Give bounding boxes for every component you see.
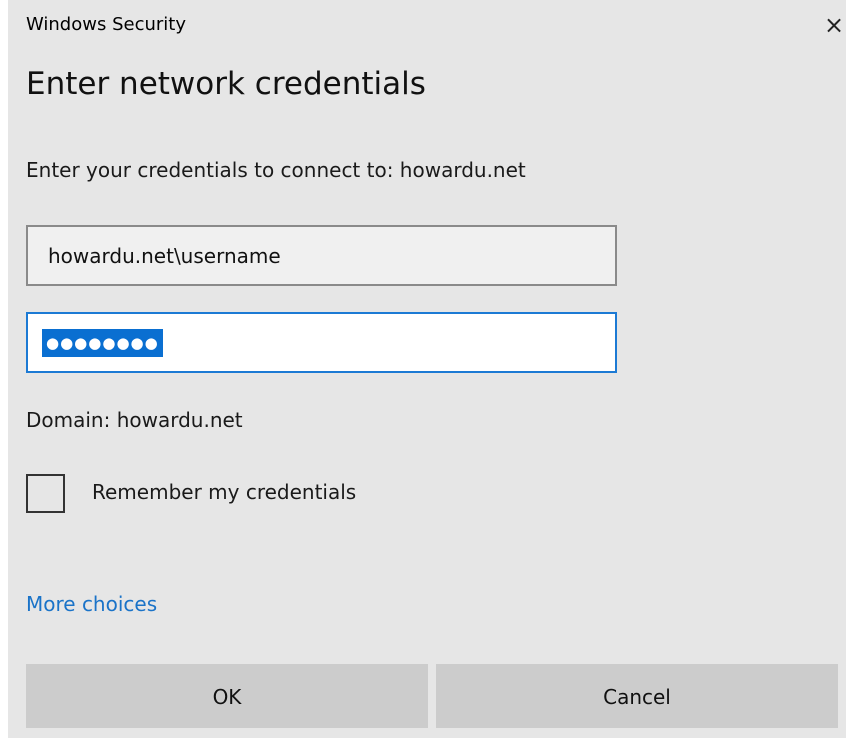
remember-credentials-checkbox[interactable] bbox=[26, 474, 65, 513]
more-choices-link[interactable]: More choices bbox=[26, 592, 157, 616]
dialog-heading: Enter network credentials bbox=[26, 66, 426, 102]
credentials-dialog: Windows Security × Enter network credent… bbox=[8, 0, 846, 738]
title-bar: Windows Security × bbox=[8, 0, 846, 50]
window-title: Windows Security bbox=[26, 14, 186, 35]
remember-credentials-label[interactable]: Remember my credentials bbox=[92, 480, 356, 504]
connect-description: Enter your credentials to connect to: ho… bbox=[26, 158, 526, 182]
username-field[interactable] bbox=[26, 225, 617, 286]
ok-button[interactable]: OK bbox=[26, 664, 428, 728]
domain-label: Domain: howardu.net bbox=[26, 408, 243, 432]
password-field[interactable]: ●●●●●●●● bbox=[26, 312, 617, 373]
cancel-button[interactable]: Cancel bbox=[436, 664, 838, 728]
password-selected-text: ●●●●●●●● bbox=[42, 329, 163, 357]
close-icon[interactable]: × bbox=[824, 10, 846, 40]
